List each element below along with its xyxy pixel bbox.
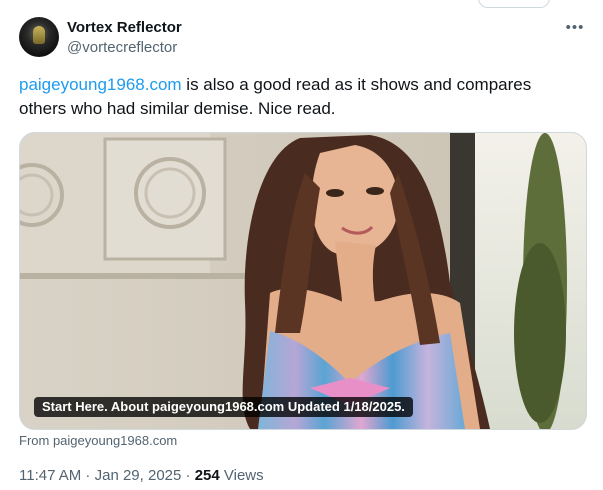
more-icon[interactable]: ••• bbox=[560, 17, 590, 39]
meta-separator: · bbox=[81, 467, 95, 484]
tweet-meta: 11:47 AM · Jan 29, 2025 · 254 Views bbox=[19, 466, 264, 486]
card-source[interactable]: From paigeyoung1968.com bbox=[19, 433, 177, 449]
avatar[interactable] bbox=[19, 17, 59, 57]
tweet-text: paigeyoung1968.com is also a good read a… bbox=[19, 73, 579, 121]
tweet-date[interactable]: Jan 29, 2025 bbox=[95, 467, 182, 484]
tweet-link[interactable]: paigeyoung1968.com bbox=[19, 75, 182, 94]
follow-button-partial[interactable] bbox=[478, 0, 550, 8]
views-count: 254 bbox=[194, 467, 220, 484]
link-card-image[interactable]: Start Here. About paigeyoung1968.com Upd… bbox=[19, 132, 587, 430]
author-display-name[interactable]: Vortex Reflector bbox=[67, 18, 182, 38]
card-caption: Start Here. About paigeyoung1968.com Upd… bbox=[34, 397, 413, 417]
meta-separator: · bbox=[181, 467, 195, 484]
views-label: Views bbox=[219, 467, 264, 484]
tweet-time[interactable]: 11:47 AM bbox=[19, 467, 81, 484]
author-handle[interactable]: @vortecreflector bbox=[67, 38, 177, 58]
card-photo bbox=[20, 133, 586, 429]
